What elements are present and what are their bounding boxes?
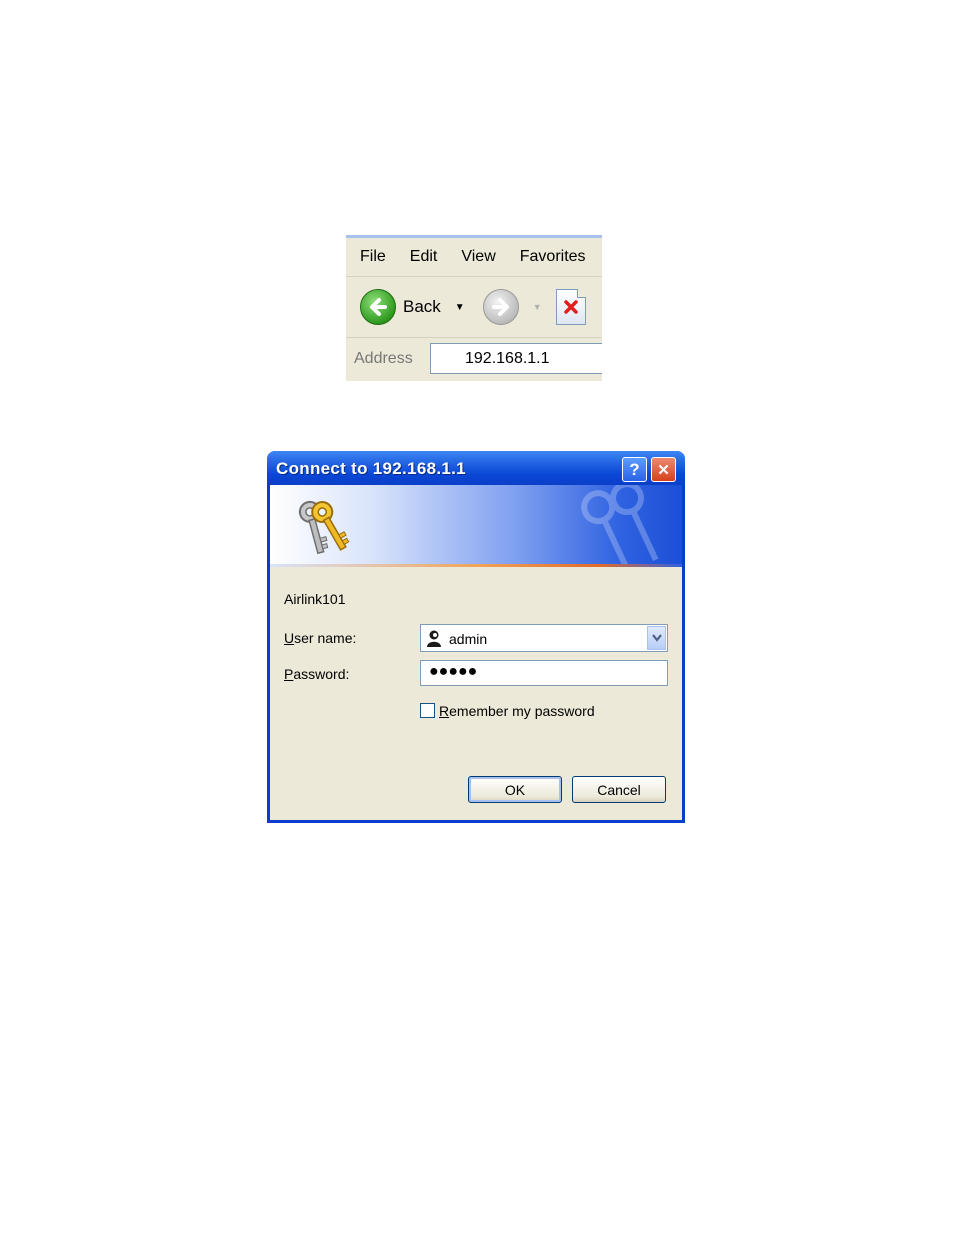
remember-password-label[interactable]: Remember my password — [439, 703, 595, 719]
back-arrow-icon — [370, 298, 387, 316]
ok-button[interactable]: OK — [468, 776, 562, 803]
forward-dropdown-icon[interactable]: ▼ — [533, 302, 542, 312]
menu-edit[interactable]: Edit — [398, 238, 450, 276]
nav-toolbar: Back ▼ ▼ — [346, 277, 602, 338]
remember-label-rest: emember my password — [449, 703, 595, 719]
remember-password-checkbox[interactable] — [420, 703, 435, 718]
back-dropdown-icon[interactable]: ▼ — [455, 302, 465, 313]
username-label-rest: ser name: — [294, 630, 357, 646]
login-dialog: Connect to 192.168.1.1 ? ✕ Airlink101 Us… — [267, 451, 685, 823]
cancel-button[interactable]: Cancel — [572, 776, 666, 803]
address-label: Address — [354, 349, 413, 367]
chevron-down-icon — [651, 634, 662, 642]
help-button[interactable]: ? — [622, 457, 647, 482]
address-row: Address 192.168.1.1 — [346, 338, 602, 379]
username-value: admin — [449, 631, 488, 647]
username-combobox[interactable]: admin — [420, 624, 668, 652]
password-value: ●●●●● — [429, 663, 478, 680]
forward-button[interactable] — [482, 289, 519, 325]
menu-favorites[interactable]: Favorites — [508, 238, 598, 276]
realm-label: Airlink101 — [284, 591, 346, 607]
address-input[interactable]: 192.168.1.1 — [430, 343, 602, 374]
username-dropdown-button[interactable] — [647, 626, 666, 650]
password-label-rest: assword: — [293, 666, 350, 682]
browser-toolbar: File Edit View Favorites Back ▼ ▼ Addres… — [346, 235, 602, 381]
dialog-title: Connect to 192.168.1.1 — [276, 459, 466, 478]
close-button[interactable]: ✕ — [651, 457, 676, 482]
dialog-titlebar[interactable]: Connect to 192.168.1.1 ? ✕ — [267, 451, 685, 485]
keys-icon — [298, 500, 350, 555]
username-label: User name: — [284, 630, 356, 646]
remember-label-key: R — [439, 703, 450, 719]
keys-watermark-icon — [581, 485, 659, 564]
forward-arrow-icon — [491, 298, 509, 316]
username-label-key: U — [284, 630, 295, 646]
back-button[interactable] — [360, 289, 396, 325]
menu-bar: File Edit View Favorites — [346, 238, 602, 277]
stop-button[interactable] — [555, 289, 586, 325]
menu-view[interactable]: View — [449, 238, 507, 276]
dialog-body: Airlink101 User name: admin Password: ●●… — [270, 567, 682, 820]
menu-file[interactable]: File — [346, 238, 398, 276]
password-label-key: P — [284, 666, 294, 682]
user-icon — [427, 630, 441, 647]
back-label[interactable]: Back — [403, 297, 441, 317]
password-label: Password: — [284, 666, 349, 682]
stop-icon — [563, 300, 578, 314]
password-input[interactable]: ●●●●● — [420, 660, 668, 686]
dialog-banner — [270, 485, 682, 564]
